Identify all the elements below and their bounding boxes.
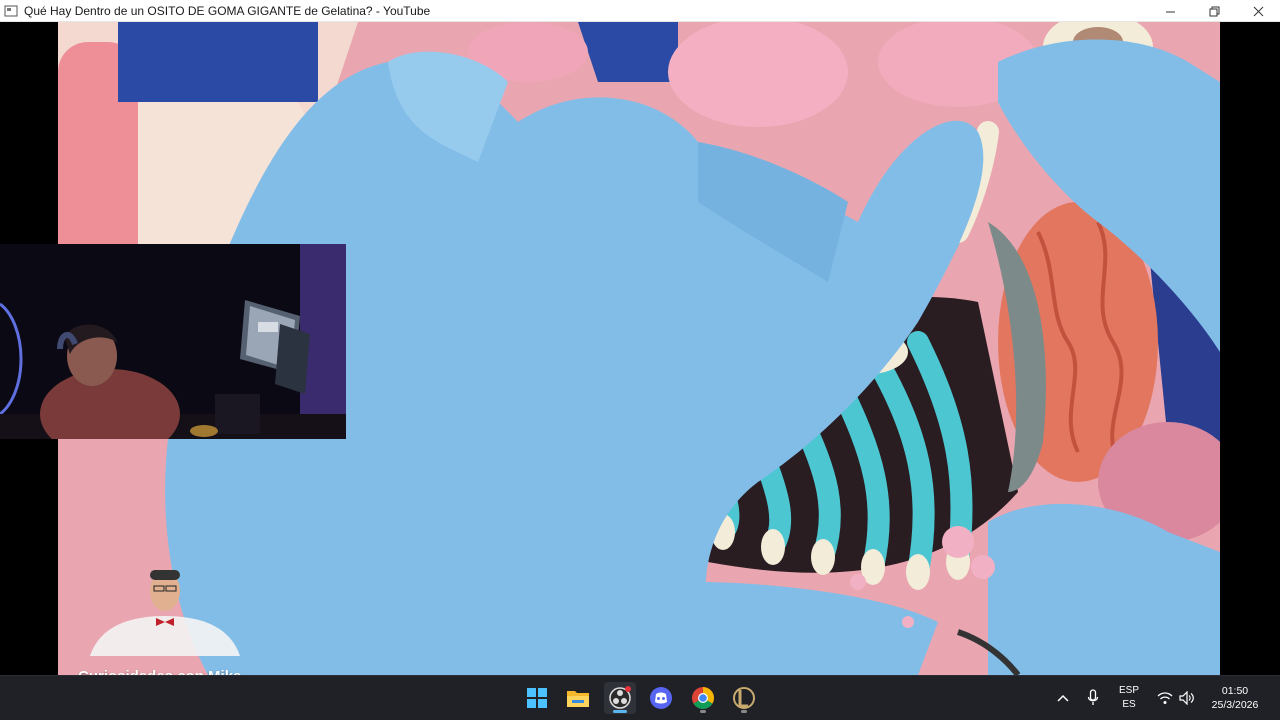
taskbar-discord[interactable] [645,682,677,714]
wifi-icon [1157,692,1173,704]
discord-icon [650,687,672,709]
microphone-icon [1087,689,1099,705]
webcam-feed [0,244,346,439]
running-app-indicator [741,710,747,713]
minimize-icon [1165,11,1175,12]
minimize-button[interactable] [1148,0,1192,22]
volume-tray-button[interactable] [1177,687,1197,709]
window-title: Qué Hay Dentro de un OSITO DE GOMA GIGAN… [24,3,431,18]
webcam-overlay [0,244,346,439]
close-icon [1253,6,1263,16]
channel-presenter-image [90,570,240,656]
restore-icon [1209,6,1219,16]
taskbar-league-client[interactable] [728,682,760,714]
language-code: ESP [1118,685,1139,696]
clock-date: 25/3/2026 [1211,699,1259,711]
keyboard-layout-code: ES [1122,699,1136,710]
obs-studio-icon [609,686,631,709]
restore-button[interactable] [1192,0,1236,22]
close-button[interactable] [1236,0,1280,22]
start-button[interactable] [521,682,553,714]
taskbar-chrome[interactable] [687,682,719,714]
file-explorer-icon [567,691,589,707]
chrome-icon [692,687,714,709]
window-titlebar: Qué Hay Dentro de un OSITO DE GOMA GIGAN… [0,0,1280,22]
window-controls [1148,0,1280,22]
show-hidden-icons-button[interactable] [1054,688,1072,708]
system-clock[interactable]: 01:50 25/3/2026 [1200,684,1270,712]
league-client-icon [733,687,755,709]
chevron-up-icon [1057,694,1069,702]
app-window-icon [4,5,18,16]
taskbar-obs-studio[interactable] [604,682,636,714]
start-menu-icon [527,688,547,708]
clock-time: 01:50 [1221,685,1249,697]
active-app-indicator [613,710,627,713]
taskbar: ESP ES 01:50 25/3/2026 [0,675,1280,720]
speaker-icon [1179,691,1194,705]
running-app-indicator [700,710,706,713]
microphone-tray-button[interactable] [1084,687,1102,709]
network-tray-button[interactable] [1155,687,1175,709]
taskbar-file-explorer[interactable] [562,682,594,714]
input-language-indicator[interactable]: ESP ES [1116,684,1142,712]
